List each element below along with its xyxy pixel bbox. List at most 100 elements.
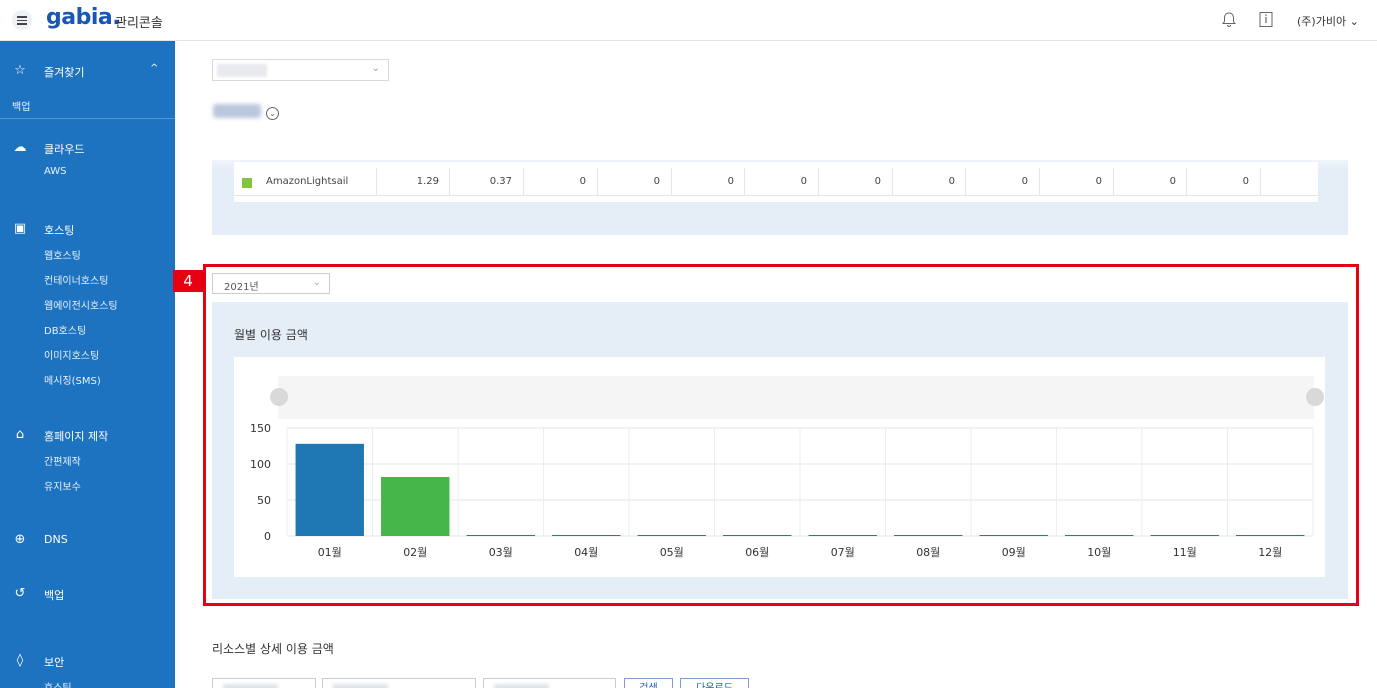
sidebar-item-maintenance[interactable]: 유지보수 [44, 478, 81, 493]
y-tick-label: 0 [264, 530, 271, 543]
range-slider-track [278, 376, 1314, 419]
x-tick-label: 12월 [1258, 546, 1282, 559]
sidebar-favorites-label: 즐겨찾기 [44, 66, 85, 79]
sidebar-homepage[interactable]: ⌂ 홈페이지 제작 [0, 425, 175, 445]
y-tick-label: 100 [250, 458, 271, 471]
table-row: AmazonLightsail 1.29 0.37 0 0 0 0 0 0 0 … [234, 168, 1318, 196]
globe-icon: ⊕ [14, 532, 26, 547]
sidebar-item-db-hosting[interactable]: DB호스팅 [44, 322, 86, 337]
chart-area: 150 100 50 0 01월 02월 03월 04월 05월 06월 07월 08월 09월 10월 1… [234, 357, 1325, 577]
scroll-fade [175, 130, 1377, 170]
document-icon[interactable] [1258, 11, 1274, 28]
table-cell: 0 [523, 168, 596, 196]
sidebar-item-aws[interactable]: AWS [44, 166, 67, 177]
bar [1065, 535, 1134, 536]
resource-section-title: 리소스별 상세 이용 금액 [212, 642, 334, 656]
x-tick-label: 11월 [1173, 546, 1197, 559]
y-tick-label: 50 [257, 494, 271, 507]
year-select[interactable]: 2021년 ⌄ [212, 273, 330, 294]
monthly-chart-panel: 월별 이용 금액 150 100 50 0 01월 02월 03월 04월 05월 06월 07월 0… [212, 302, 1348, 599]
table-cell: 0 [965, 168, 1038, 196]
range-slider-right-handle[interactable] [1306, 388, 1324, 406]
keyword-input[interactable] [483, 678, 616, 688]
sidebar-item-web-hosting[interactable]: 웹호스팅 [44, 247, 81, 262]
sidebar-favorites[interactable]: ☆ 즐겨찾기 ^ [0, 61, 175, 81]
x-tick-label: 07월 [831, 546, 855, 559]
sidebar-item-sms[interactable]: 메시징(SMS) [44, 372, 101, 387]
collapse-toggle-icon[interactable]: ⌄ [266, 107, 279, 120]
x-tick-label: 03월 [489, 546, 513, 559]
sidebar-security[interactable]: ◊ 보안 [0, 651, 175, 671]
month-select[interactable] [212, 678, 316, 688]
search-button[interactable]: 검색 [624, 678, 673, 688]
bell-icon[interactable] [1221, 11, 1237, 28]
x-tick-label: 01월 [318, 546, 342, 559]
history-icon: ↺ [14, 586, 26, 601]
sidebar-dns[interactable]: ⊕ DNS [0, 530, 175, 550]
x-tick-label: 06월 [745, 546, 769, 559]
menu-icon[interactable] [12, 10, 32, 30]
table-cell: 0 [1186, 168, 1259, 196]
bar [637, 535, 706, 536]
sidebar-hosting[interactable]: ▣ 호스팅 [0, 219, 175, 239]
table-cell: 1.29 [376, 168, 449, 196]
service-select-value [217, 64, 267, 77]
sidebar-item-easy-build[interactable]: 간편제작 [44, 453, 81, 468]
sidebar-divider [0, 118, 175, 119]
sidebar-dns-label: DNS [44, 533, 68, 546]
chart-title: 월별 이용 금액 [234, 328, 308, 342]
sidebar-backup-label: 백업 [44, 589, 65, 602]
sidebar-hosting-label: 호스팅 [44, 224, 75, 237]
bar [1236, 535, 1305, 536]
chevron-down-icon: ⌄ [371, 63, 380, 74]
table-cell: 0 [892, 168, 965, 196]
range-slider-left-handle[interactable] [270, 388, 288, 406]
bar [466, 535, 535, 536]
sidebar-item-agency-hosting[interactable]: 웹에이전시호스팅 [44, 297, 118, 312]
table-cell: 0 [597, 168, 670, 196]
chevron-down-icon: ⌄ [312, 277, 321, 288]
star-icon: ☆ [14, 63, 26, 78]
x-tick-label: 02월 [403, 546, 427, 559]
download-button[interactable]: 다운로드 [680, 678, 749, 688]
console-title: 관리콘솔 [115, 16, 163, 31]
sidebar-homepage-label: 홈페이지 제작 [44, 430, 109, 443]
sidebar-item-image-hosting[interactable]: 이미지호스팅 [44, 347, 99, 362]
hosting-icon: ▣ [13, 221, 27, 236]
x-tick-label: 09월 [1002, 546, 1026, 559]
home-icon: ⌂ [15, 427, 25, 442]
sidebar-item-container-hosting[interactable]: 컨테이너호스팅 [44, 272, 108, 287]
account-name: (주)가비아 [1297, 15, 1347, 28]
series-color-swatch [242, 178, 252, 188]
monthly-bar-chart: 150 100 50 0 01월 02월 03월 04월 05월 06월 07월 08월 09월 10월 1… [250, 376, 1324, 559]
bar [894, 535, 963, 536]
bar [381, 476, 450, 536]
top-header: gabia. 관리콘솔 (주)가비아 ⌄ [0, 0, 1377, 41]
bar [808, 535, 877, 536]
account-menu[interactable]: (주)가비아 ⌄ [1297, 13, 1359, 29]
service-select[interactable]: ⌄ [212, 59, 389, 81]
sidebar-backup[interactable]: ↺ 백업 [0, 584, 175, 604]
sidebar-cloud[interactable]: ☁ 클라우드 [0, 138, 175, 158]
gabia-logo[interactable]: gabia. [46, 5, 121, 30]
x-tick-label: 04월 [574, 546, 598, 559]
cloud-icon: ☁ [13, 140, 27, 155]
bar [1150, 535, 1219, 536]
sidebar-item-security-hosting[interactable]: 호스팅 [44, 679, 72, 688]
year-select-value: 2021년 [224, 282, 259, 293]
chevron-down-icon: ⌄ [1346, 15, 1359, 28]
bar [723, 535, 792, 536]
sidebar-cloud-label: 클라우드 [44, 143, 85, 156]
sidebar-item-favorite-backup[interactable]: 백업 [12, 98, 30, 113]
sidebar: ☆ 즐겨찾기 ^ 백업 ☁ 클라우드 AWS ▣ 호스팅 웹호스팅 컨테이너호스… [0, 41, 175, 688]
table-cell: 0 [744, 168, 817, 196]
row-name: AmazonLightsail [266, 176, 349, 187]
bar [552, 535, 621, 536]
bar [979, 535, 1048, 536]
table-cell: 0 [1113, 168, 1186, 196]
x-tick-label: 08월 [916, 546, 940, 559]
bar [295, 443, 364, 536]
chevron-up-icon[interactable]: ^ [150, 63, 158, 74]
table-cell: 0 [818, 168, 891, 196]
service-filter-select[interactable] [322, 678, 476, 688]
